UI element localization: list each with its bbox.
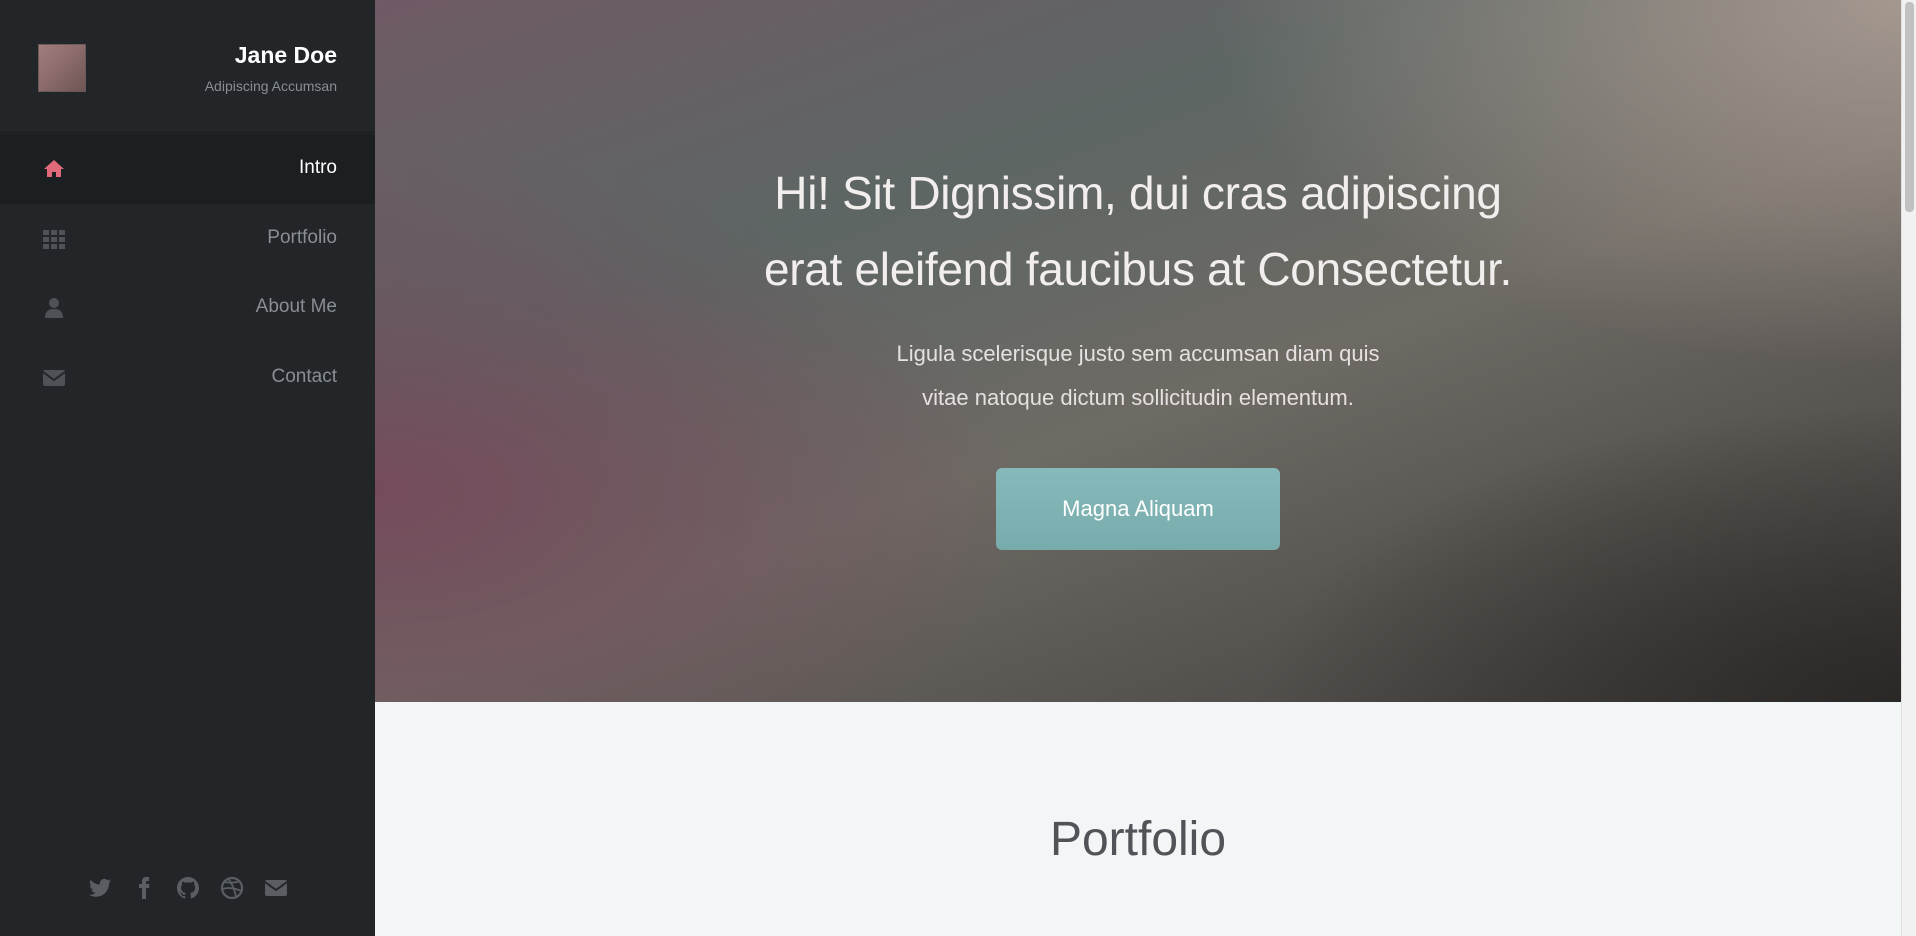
scrollbar[interactable] (1901, 0, 1916, 936)
github-icon[interactable] (176, 876, 200, 900)
sidebar: Jane Doe Adipiscing Accumsan Intro Portf… (0, 0, 375, 936)
envelope-icon (42, 369, 66, 386)
nav-item-about-me[interactable]: About Me (0, 273, 375, 343)
profile-name: Jane Doe (234, 42, 337, 68)
nav-item-intro[interactable]: Intro (0, 134, 375, 204)
grid-icon (43, 229, 65, 249)
facebook-icon[interactable] (132, 876, 156, 900)
hero-title: Hi! Sit Dignissim, dui cras adipiscing e… (375, 155, 1901, 307)
user-icon (45, 298, 63, 318)
social-links (0, 876, 375, 910)
hero-title-line2: erat eleifend faucibus at Consectetur. (763, 243, 1513, 295)
nav-item-portfolio[interactable]: Portfolio (0, 204, 375, 274)
scroll-thumb[interactable] (1905, 2, 1914, 212)
hero-subtitle: Ligula scelerisque justo sem accumsan di… (375, 332, 1901, 420)
nav-label: About Me (255, 296, 337, 317)
nav-label: Contact (271, 365, 337, 387)
hero-section: Hi! Sit Dignissim, dui cras adipiscing e… (375, 0, 1901, 702)
sidebar-nav: Intro Portfolio About Me Contact (0, 134, 375, 412)
home-icon (44, 160, 64, 177)
nav-label: Intro (298, 157, 337, 178)
hero-sub-line1: Ligula scelerisque justo sem accumsan di… (896, 341, 1380, 366)
hero-cta-button[interactable]: Magna Aliquam (996, 468, 1280, 550)
avatar (38, 44, 86, 92)
nav-label: Portfolio (267, 226, 337, 248)
nav-item-contact[interactable]: Contact (0, 343, 375, 413)
portfolio-section: Portfolio (375, 702, 1901, 936)
sidebar-header: Jane Doe Adipiscing Accumsan (0, 0, 375, 133)
portfolio-title: Portfolio (1049, 813, 1227, 866)
dribbble-icon[interactable] (220, 876, 244, 900)
twitter-icon[interactable] (88, 876, 112, 900)
hero-sub-line2: vitae natoque dictum sollicitudin elemen… (922, 385, 1354, 410)
profile-subtitle: Adipiscing Accumsan (204, 78, 337, 94)
hero-title-line1: Hi! Sit Dignissim, dui cras adipiscing (774, 167, 1502, 219)
envelope-icon[interactable] (263, 876, 288, 900)
